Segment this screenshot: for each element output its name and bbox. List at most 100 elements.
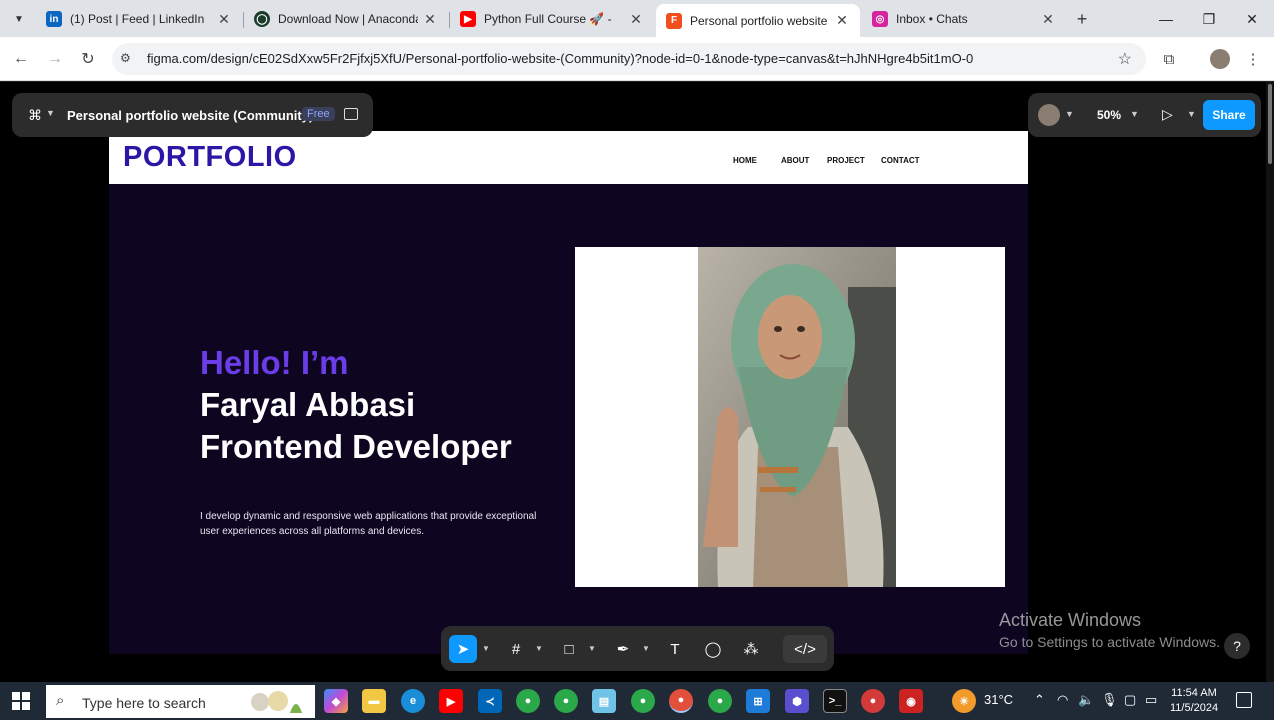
user-avatar[interactable]: [1038, 104, 1060, 126]
chevron-down-icon[interactable]: ▼: [1187, 109, 1196, 119]
tab-title: Personal portfolio website (: [690, 13, 830, 28]
plan-badge: Free: [302, 107, 335, 121]
actions-tool-icon[interactable]: ⁂: [737, 635, 765, 663]
windows-taskbar: ⌕ Type here to search ◆ ▬ e ▶ ≺ ● ● ▤ ● …: [0, 682, 1274, 720]
pen-tool-icon[interactable]: ✒: [609, 635, 637, 663]
tab-instagram[interactable]: ◎ Inbox • Chats ✕: [862, 4, 1066, 34]
close-tab-icon[interactable]: ✕: [1040, 11, 1056, 27]
taskbar-search-box[interactable]: ⌕ Type here to search: [46, 685, 315, 718]
tab-figma[interactable]: F Personal portfolio website ( ✕: [656, 4, 860, 37]
nav-about[interactable]: ABOUT: [781, 156, 809, 165]
notification-center-icon[interactable]: [1236, 692, 1252, 708]
site-info-icon[interactable]: ⚙: [120, 51, 131, 65]
comment-tool-icon[interactable]: ◯: [699, 635, 727, 663]
youtube-app-icon[interactable]: ▶: [439, 689, 463, 713]
tab-search-chevron-icon[interactable]: ▼: [8, 8, 30, 30]
share-button[interactable]: Share: [1203, 100, 1255, 130]
figma-icon: F: [666, 12, 682, 29]
edge-icon[interactable]: e: [401, 689, 425, 713]
chevron-down-icon[interactable]: ▼: [535, 644, 543, 653]
profile-avatar[interactable]: [1210, 49, 1230, 69]
scrollbar-thumb[interactable]: [1268, 84, 1272, 164]
tab-youtube[interactable]: ▶ Python Full Course 🚀 - ✕: [450, 4, 654, 34]
back-arrow-icon[interactable]: ←: [10, 48, 32, 70]
close-window-icon[interactable]: ✕: [1241, 8, 1263, 30]
search-highlight-icon[interactable]: [246, 689, 306, 715]
chevron-down-icon[interactable]: ▼: [46, 108, 55, 118]
figma-bottom-toolbar: ➤ ▼ # ▼ □ ▼ ✒ ▼ T ◯ ⁂ </>: [441, 626, 834, 671]
recorder-icon[interactable]: ◉: [899, 689, 923, 713]
vscode-icon[interactable]: ≺: [478, 689, 502, 713]
rectangle-tool-icon[interactable]: □: [555, 635, 583, 663]
toggle-sidebar-icon[interactable]: [344, 108, 358, 120]
profile-photo: [698, 247, 896, 587]
file-name[interactable]: Personal portfolio website (Community): [67, 108, 313, 123]
copilot-icon[interactable]: ◆: [324, 689, 348, 713]
temperature[interactable]: 31°C: [984, 692, 1013, 707]
reload-icon[interactable]: ↻: [77, 48, 99, 70]
close-tab-icon[interactable]: ✕: [422, 11, 438, 27]
microphone-icon[interactable]: 🎙: [1101, 692, 1118, 708]
battery-icon[interactable]: ▭: [1145, 692, 1157, 708]
tray-chevron-icon[interactable]: ⌃: [1034, 692, 1045, 708]
portfolio-design-frame[interactable]: PORTFOLIO HOME ABOUT PROJECT CONTACT Hel…: [109, 131, 1028, 654]
close-tab-icon[interactable]: ✕: [628, 11, 644, 27]
clock-date: 11/5/2024: [1170, 702, 1219, 714]
windows-start-icon[interactable]: [12, 692, 30, 710]
chrome-profile-icon[interactable]: ●: [708, 689, 732, 713]
close-tab-icon[interactable]: ✕: [216, 11, 232, 27]
chevron-down-icon[interactable]: ▼: [1130, 109, 1139, 119]
profile-photo-card[interactable]: [575, 247, 1005, 587]
frame-tool-icon[interactable]: #: [502, 635, 530, 663]
nav-home[interactable]: HOME: [733, 156, 757, 165]
figma-file-menu[interactable]: ⌘ ▼ Personal portfolio website (Communit…: [12, 93, 373, 137]
restore-icon[interactable]: ❐: [1198, 8, 1220, 30]
present-play-icon[interactable]: ▷: [1162, 106, 1173, 123]
chrome-profile-icon[interactable]: ●: [554, 689, 578, 713]
new-tab-icon[interactable]: +: [1072, 9, 1092, 29]
tab-linkedin[interactable]: in (1) Post | Feed | LinkedIn ✕: [36, 4, 242, 34]
chrome-profile-icon[interactable]: ●: [861, 689, 885, 713]
address-bar[interactable]: ⚙ figma.com/design/cE02SdXxw5Fr2Fjfxj5Xf…: [112, 43, 1146, 75]
url-text[interactable]: figma.com/design/cE02SdXxw5Fr2Fjfxj5XfU/…: [147, 51, 973, 66]
forward-arrow-icon[interactable]: →: [44, 48, 66, 70]
camera-icon[interactable]: ▢: [1124, 692, 1136, 708]
chrome-profile-icon[interactable]: ●: [631, 689, 655, 713]
volume-icon[interactable]: 🔈: [1078, 692, 1094, 708]
terminal-icon[interactable]: >_: [823, 689, 847, 713]
chrome-active-icon[interactable]: ●: [669, 689, 693, 713]
figma-logo-icon[interactable]: ⌘: [28, 107, 42, 124]
weather-icon[interactable]: ☀: [952, 689, 976, 713]
minimize-icon[interactable]: —: [1155, 8, 1177, 30]
tab-title: Download Now | Anaconda: [278, 12, 418, 26]
portfolio-logo: PORTFOLIO: [123, 141, 297, 173]
help-icon[interactable]: ?: [1224, 633, 1250, 659]
store-icon[interactable]: ⊞: [746, 689, 770, 713]
figma-canvas[interactable]: PORTFOLIO HOME ABOUT PROJECT CONTACT Hel…: [0, 82, 1274, 682]
notepad-icon[interactable]: ▤: [592, 689, 616, 713]
system-clock[interactable]: 11:54 AM 11/5/2024: [1170, 686, 1218, 716]
wifi-icon[interactable]: ◠: [1057, 692, 1068, 708]
tab-anaconda[interactable]: ◯ Download Now | Anaconda ✕: [244, 4, 448, 34]
nav-contact[interactable]: CONTACT: [881, 156, 920, 165]
bookmark-star-icon[interactable]: ☆: [1118, 49, 1132, 69]
chevron-down-icon[interactable]: ▼: [482, 644, 490, 653]
canvas-scrollbar[interactable]: [1266, 82, 1274, 682]
app-icon[interactable]: ⬢: [785, 689, 809, 713]
extensions-icon[interactable]: ⧉: [1158, 48, 1180, 70]
dev-mode-icon[interactable]: </>: [783, 635, 827, 663]
zoom-level[interactable]: 50%: [1097, 108, 1121, 122]
chevron-down-icon[interactable]: ▼: [1065, 109, 1074, 119]
menu-kebab-icon[interactable]: ⋮: [1242, 48, 1264, 70]
hero-description: I develop dynamic and responsive web app…: [200, 511, 537, 537]
chevron-down-icon[interactable]: ▼: [588, 644, 596, 653]
search-placeholder: Type here to search: [82, 695, 206, 711]
close-tab-icon[interactable]: ✕: [834, 12, 850, 29]
text-tool-icon[interactable]: T: [661, 635, 689, 663]
chrome-icon[interactable]: ●: [516, 689, 540, 713]
browser-tab-strip: ▼ in (1) Post | Feed | LinkedIn ✕ ◯ Down…: [0, 0, 1274, 37]
chevron-down-icon[interactable]: ▼: [642, 644, 650, 653]
move-tool-icon[interactable]: ➤: [449, 635, 477, 663]
file-explorer-icon[interactable]: ▬: [362, 689, 386, 713]
nav-project[interactable]: PROJECT: [827, 156, 865, 165]
